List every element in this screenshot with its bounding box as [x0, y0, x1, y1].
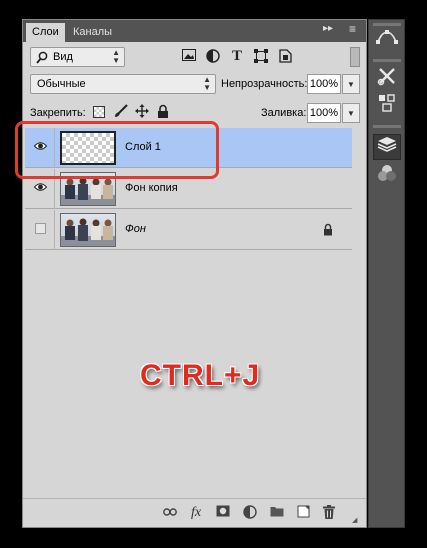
panel-tab-bar: Слои Каналы ▸▸ ≡ — [23, 20, 366, 42]
adjustment-layer-icon[interactable] — [242, 505, 258, 521]
layer-mask-icon[interactable] — [215, 505, 231, 521]
tools-icon[interactable] — [373, 66, 401, 92]
shape-filter-icon[interactable] — [253, 49, 269, 65]
layer-thumbnail — [60, 213, 116, 247]
type-filter-icon[interactable]: T — [229, 48, 245, 66]
chevron-updown-icon: ▲ ▼ — [112, 48, 120, 65]
layer-filter-select[interactable]: Вид ▲ ▼ — [30, 47, 125, 67]
layer-row[interactable]: Фон — [25, 210, 352, 250]
layer-name[interactable]: Фон — [125, 223, 146, 235]
dock-separator — [373, 59, 401, 62]
new-layer-icon[interactable] — [295, 505, 311, 521]
search-icon — [36, 51, 48, 67]
lock-transparency-icon[interactable] — [93, 106, 105, 118]
resize-grip-icon[interactable]: ◢ — [352, 516, 357, 524]
opacity-slider-button[interactable]: ▼ — [342, 74, 360, 94]
fx-icon[interactable]: fx — [188, 505, 204, 521]
fill-label: Заливка: — [261, 107, 307, 119]
filter-label: Вид — [53, 51, 73, 63]
fill-slider-button[interactable]: ▼ — [342, 103, 360, 123]
dock-grip — [373, 23, 401, 26]
link-layers-icon[interactable] — [162, 505, 178, 521]
blend-mode-select[interactable]: Обычные ▲ ▼ — [30, 74, 216, 94]
highlight-frame — [15, 121, 219, 179]
smart-object-filter-icon[interactable] — [277, 49, 293, 65]
lock-label: Закрепить: — [30, 107, 86, 119]
delete-layer-icon[interactable] — [321, 505, 337, 521]
fill-input[interactable]: 100% — [307, 103, 341, 123]
lock-all-icon[interactable] — [156, 104, 170, 120]
adjustment-filter-icon[interactable] — [205, 49, 221, 65]
filter-toggle-switch[interactable] — [350, 47, 360, 67]
new-group-icon[interactable] — [269, 505, 285, 521]
image-filter-icon[interactable] — [181, 49, 197, 65]
opacity-input[interactable]: 100% — [307, 74, 341, 94]
channels-icon[interactable] — [373, 164, 401, 190]
collapse-panel-button[interactable]: ▸▸ — [323, 23, 333, 34]
curves-icon[interactable] — [373, 28, 401, 54]
dock-separator — [373, 125, 401, 128]
visibility-toggle[interactable] — [25, 210, 55, 250]
layers-icon[interactable] — [373, 134, 401, 160]
blend-mode-value: Обычные — [37, 78, 86, 90]
lock-icon — [323, 223, 333, 239]
opacity-label: Непрозрачность: — [221, 78, 308, 90]
right-dock — [368, 19, 405, 528]
lock-image-icon[interactable] — [113, 104, 129, 120]
tab-channels[interactable]: Каналы — [67, 23, 118, 42]
people-photo-thumbnail — [61, 218, 115, 246]
visibility-checkbox[interactable] — [35, 223, 46, 234]
tab-layers[interactable]: Слои — [26, 23, 65, 42]
eye-icon — [34, 183, 47, 191]
layers-bottom-toolbar: fx ◢ — [23, 498, 366, 527]
chevron-updown-icon: ▲ ▼ — [203, 75, 211, 92]
layers-panel: Слои Каналы ▸▸ ≡ Вид ▲ ▼ T Обычные ▲ ▼ Неп… — [15, 19, 367, 528]
3d-icon[interactable] — [373, 94, 401, 120]
shortcut-caption: CTRL+J — [140, 359, 261, 392]
lock-position-icon[interactable] — [134, 104, 150, 120]
panel-menu-button[interactable]: ≡ — [349, 22, 356, 36]
layer-name[interactable]: Фон копия — [125, 182, 178, 194]
